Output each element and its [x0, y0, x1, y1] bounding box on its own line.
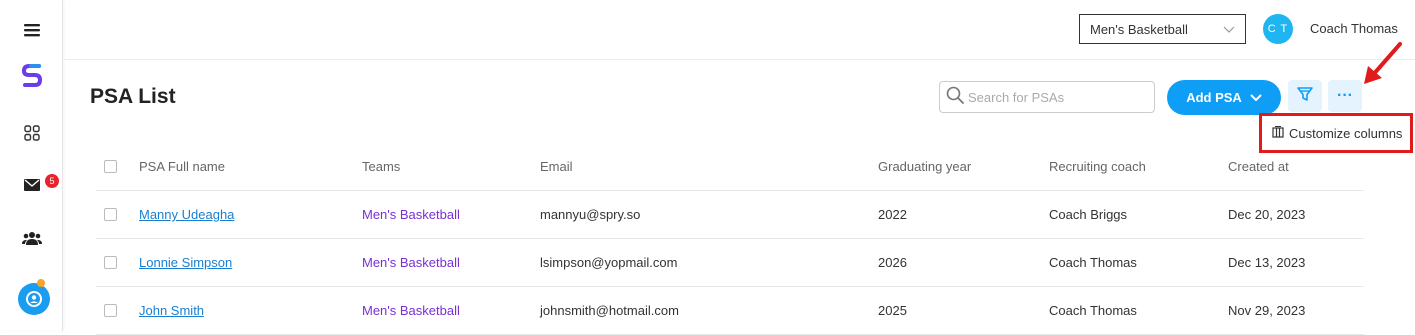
avatar[interactable]: C T [1263, 14, 1293, 44]
logo-icon[interactable] [20, 64, 44, 88]
add-psa-button[interactable]: Add PSA [1167, 80, 1281, 115]
page-title: PSA List [90, 85, 176, 108]
psa-name-link[interactable]: John Smith [139, 287, 204, 334]
coach-cell: Coach Thomas [1049, 303, 1137, 318]
year-cell: 2025 [878, 303, 907, 318]
team-selector-value: Men's Basketball [1090, 21, 1188, 37]
column-header[interactable]: Created at [1228, 143, 1289, 190]
table-row[interactable]: John Smith Men's Basketball johnsmith@ho… [96, 287, 1364, 335]
psa-name-link[interactable]: Lonnie Simpson [139, 239, 232, 286]
filter-icon [1296, 85, 1314, 108]
search-box[interactable] [939, 81, 1155, 113]
search-input[interactable] [968, 89, 1148, 105]
columns-icon [1272, 125, 1284, 141]
created-cell: Nov 29, 2023 [1228, 303, 1306, 318]
created-cell: Dec 20, 2023 [1228, 207, 1306, 222]
email-cell: lsimpson@yopmail.com [540, 255, 678, 270]
column-header[interactable]: Recruiting coach [1049, 143, 1146, 190]
chevron-down-icon [1223, 22, 1235, 37]
coach-cell: Coach Thomas [1049, 255, 1137, 270]
column-header[interactable]: Graduating year [878, 143, 971, 190]
dashboard-icon[interactable] [20, 121, 44, 145]
team-selector[interactable]: Men's Basketball [1079, 14, 1246, 44]
created-cell: Dec 13, 2023 [1228, 255, 1306, 270]
filter-button[interactable] [1288, 80, 1322, 112]
row-checkbox[interactable] [104, 304, 117, 317]
team-cell: Men's Basketball [362, 207, 460, 222]
users-icon[interactable] [20, 226, 44, 250]
menu-icon[interactable] [20, 18, 44, 42]
select-all-checkbox[interactable] [104, 160, 117, 173]
email-cell: mannyu@spry.so [540, 207, 641, 222]
team-cell: Men's Basketball [362, 255, 460, 270]
team-cell: Men's Basketball [362, 303, 460, 318]
search-icon [946, 86, 964, 109]
column-header[interactable]: Email [540, 143, 573, 190]
table-header: PSA Full name Teams Email Graduating yea… [96, 143, 1364, 191]
help-status-dot [37, 279, 45, 287]
row-checkbox[interactable] [104, 208, 117, 221]
customize-columns-label: Customize columns [1289, 125, 1403, 141]
help-search-icon[interactable] [18, 283, 50, 315]
more-options-button[interactable]: ··· [1328, 80, 1362, 112]
psa-table: PSA Full name Teams Email Graduating yea… [96, 143, 1364, 335]
notification-badge: 5 [45, 174, 59, 188]
table-row[interactable]: Lonnie Simpson Men's Basketball lsimpson… [96, 239, 1364, 287]
column-header[interactable]: Teams [362, 143, 400, 190]
column-header[interactable]: PSA Full name [139, 143, 225, 190]
mail-icon[interactable] [20, 173, 44, 197]
coach-cell: Coach Briggs [1049, 207, 1128, 222]
year-cell: 2022 [878, 207, 907, 222]
user-name[interactable]: Coach Thomas [1310, 21, 1398, 36]
row-checkbox[interactable] [104, 256, 117, 269]
add-psa-label: Add PSA [1186, 90, 1242, 105]
psa-name-link[interactable]: Manny Udeagha [139, 191, 234, 238]
year-cell: 2026 [878, 255, 907, 270]
annotation-arrow-icon [1360, 40, 1405, 95]
chevron-down-icon [1250, 90, 1262, 105]
email-cell: johnsmith@hotmail.com [540, 303, 679, 318]
sidebar: 5 [0, 0, 63, 331]
table-row[interactable]: Manny Udeagha Men's Basketball mannyu@sp… [96, 191, 1364, 239]
